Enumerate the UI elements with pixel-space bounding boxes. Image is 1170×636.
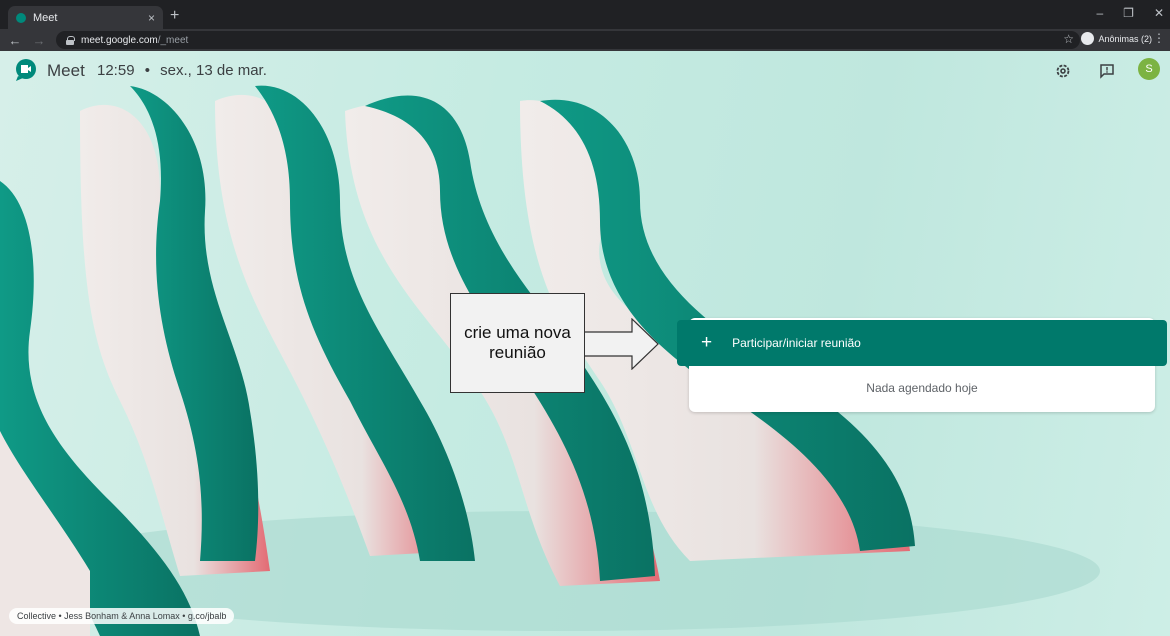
close-window-button[interactable]: ✕ xyxy=(1154,6,1164,20)
browser-tab-bar: Meet × + – ❐ ✕ xyxy=(0,0,1170,29)
browser-tab[interactable]: Meet × xyxy=(8,6,163,29)
background-credits-link[interactable]: Collective • Jess Bonham & Anna Lomax • … xyxy=(9,608,235,624)
profile-label: Anônimas (2) xyxy=(1098,33,1152,44)
browser-menu-icon[interactable]: ⋮ xyxy=(1153,31,1165,45)
date-time: 12:59 • sex., 13 de mar. xyxy=(97,62,267,79)
empty-schedule-text: Nada agendado hoje xyxy=(866,381,978,395)
minimize-button[interactable]: – xyxy=(1096,6,1103,20)
meet-favicon-icon xyxy=(16,12,26,23)
callout-text: crie uma nova reunião xyxy=(450,293,585,393)
tab-title: Meet xyxy=(33,11,58,24)
join-button-label: Participar/iniciar reunião xyxy=(732,336,861,350)
restore-button[interactable]: ❐ xyxy=(1123,6,1134,20)
address-bar[interactable]: meet.google.com/_meet xyxy=(56,31,1080,49)
time-date-separator: • xyxy=(144,62,150,79)
current-time: 12:59 xyxy=(97,62,135,79)
feedback-icon[interactable] xyxy=(1099,63,1115,79)
meet-header: Meet 12:59 • sex., 13 de mar. S xyxy=(0,51,1170,91)
incognito-icon xyxy=(1081,32,1095,45)
back-icon[interactable]: ← xyxy=(6,33,24,48)
brand-name: Meet xyxy=(47,61,85,80)
meet-page: Meet 12:59 • sex., 13 de mar. S crie uma… xyxy=(0,51,1170,636)
join-or-start-meeting-button[interactable]: + Participar/iniciar reunião xyxy=(677,320,1167,366)
settings-icon[interactable] xyxy=(1055,63,1071,79)
callout-arrow-icon xyxy=(585,318,659,370)
tab-close-icon[interactable]: × xyxy=(148,11,155,25)
browser-toolbar: ← → ↻ meet.google.com/_meet ☆ Anônimas (… xyxy=(0,29,1170,51)
forward-icon[interactable]: → xyxy=(30,33,48,48)
window-controls: – ❐ ✕ xyxy=(1096,6,1164,20)
meet-logo-icon xyxy=(16,59,36,81)
new-tab-button[interactable]: + xyxy=(170,7,179,25)
current-date: sex., 13 de mar. xyxy=(160,62,267,79)
plus-icon: + xyxy=(701,332,713,353)
url-host: meet.google.com xyxy=(81,34,158,46)
bookmark-star-icon[interactable]: ☆ xyxy=(1063,32,1074,46)
incognito-profile-button[interactable]: Anônimas (2) xyxy=(1081,32,1152,45)
lock-icon xyxy=(66,36,75,45)
account-avatar[interactable]: S xyxy=(1138,58,1160,80)
url-path: /_meet xyxy=(157,34,189,46)
